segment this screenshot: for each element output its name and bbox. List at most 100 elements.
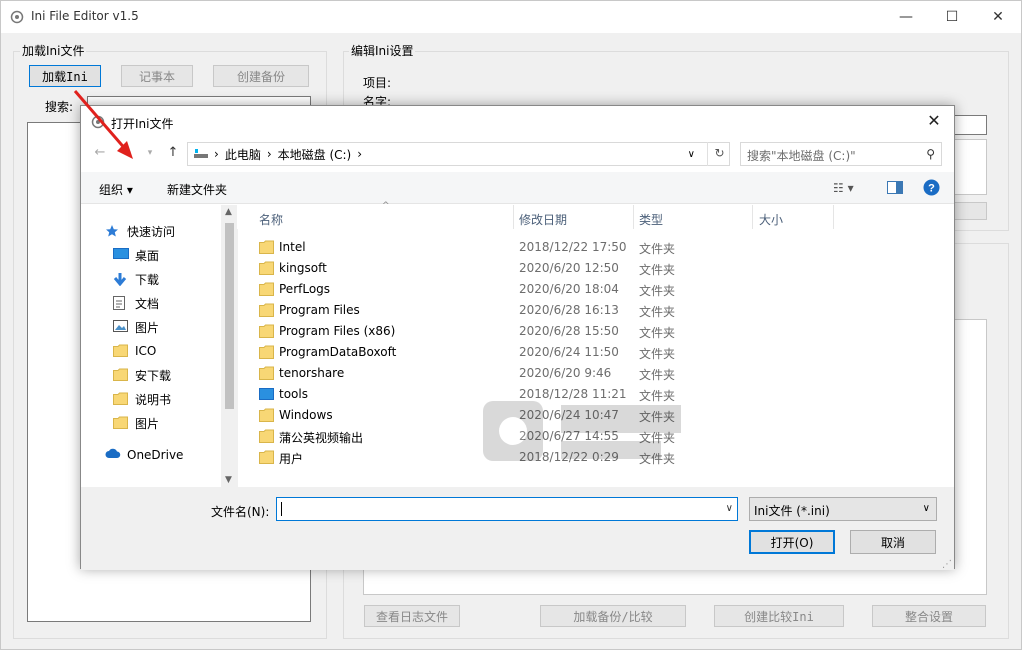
- breadcrumb-separator-icon: ›: [214, 147, 219, 161]
- nav-item-pictures[interactable]: 图片 📌: [113, 316, 237, 338]
- nav-item-quick-access[interactable]: 快速访问: [105, 220, 237, 242]
- column-divider[interactable]: [833, 205, 834, 229]
- nav-item-label: 快速访问: [127, 224, 176, 239]
- scroll-down-icon[interactable]: ▼: [225, 475, 232, 485]
- dialog-title-bar: 打开Ini文件 ✕: [81, 106, 954, 138]
- scroll-up-icon[interactable]: ▲: [225, 207, 232, 217]
- sort-indicator-icon: ^: [382, 201, 390, 211]
- gear-icon: [10, 10, 24, 24]
- nav-item-downloads[interactable]: 下载 📌: [113, 268, 237, 290]
- column-divider[interactable]: [513, 205, 514, 229]
- file-date: 2020/6/24 11:50: [519, 345, 619, 359]
- nav-item-documents[interactable]: 文档 📌: [113, 292, 237, 314]
- create-compare-ini-button[interactable]: 创建比较Ini: [714, 605, 844, 627]
- search-icon: ⚲: [926, 147, 935, 161]
- scrollbar-thumb[interactable]: [225, 223, 234, 409]
- nav-item-desktop[interactable]: 桌面 📌: [113, 244, 237, 266]
- column-type[interactable]: 类型: [639, 211, 663, 228]
- file-type: 文件夹: [639, 242, 676, 256]
- file-row[interactable]: Program Files (x86) 2020/6/28 15:50 文件夹: [237, 321, 953, 342]
- open-file-dialog: 打开Ini文件 ✕ ← → ▾ ↑ › 此电脑 › 本地磁盘 (C:) › ∨ …: [80, 105, 955, 570]
- nav-item-label: 桌面: [135, 248, 160, 263]
- refresh-icon[interactable]: ↻: [707, 142, 731, 166]
- preview-pane-icon[interactable]: [887, 181, 903, 197]
- view-options-icon[interactable]: ☷ ▾: [833, 181, 854, 195]
- nav-item-label: 下载: [135, 272, 160, 287]
- notepad-button[interactable]: 记事本: [121, 65, 193, 87]
- file-row[interactable]: Windows 2020/6/24 10:47 文件夹: [237, 405, 953, 426]
- chevron-down-icon[interactable]: ∨: [726, 503, 733, 514]
- cloud-icon: [105, 448, 121, 462]
- file-name: 蒲公英视频输出: [279, 431, 364, 445]
- file-type: 文件夹: [639, 347, 676, 361]
- breadcrumb-separator-icon: ›: [266, 147, 272, 161]
- file-row[interactable]: tools 2018/12/28 11:21 文件夹: [237, 384, 953, 405]
- picture-icon: [113, 320, 129, 334]
- address-bar[interactable]: › 此电脑 › 本地磁盘 (C:) › ∨: [187, 142, 730, 166]
- file-name: 用户: [279, 452, 304, 466]
- maximize-button[interactable]: ☐: [929, 1, 975, 33]
- resize-grip-icon[interactable]: ⋰: [942, 559, 952, 570]
- nav-item-onedrive[interactable]: OneDrive: [105, 444, 237, 466]
- merge-settings-button[interactable]: 整合设置: [872, 605, 986, 627]
- file-name: Program Files (x86): [279, 324, 396, 338]
- filename-input[interactable]: ∨: [276, 497, 738, 521]
- file-date: 2020/6/28 15:50: [519, 324, 619, 338]
- file-name: tools: [279, 387, 308, 401]
- create-backup-button[interactable]: 创建备份: [213, 65, 309, 87]
- breadcrumb-item[interactable]: 此电脑: [225, 146, 261, 163]
- file-row[interactable]: tenorshare 2020/6/20 9:46 文件夹: [237, 363, 953, 384]
- filename-label: 文件名(N):: [211, 505, 270, 519]
- up-arrow-icon[interactable]: ↑: [164, 144, 182, 162]
- column-size[interactable]: 大小: [759, 211, 783, 228]
- load-backup-compare-button[interactable]: 加载备份/比较: [540, 605, 686, 627]
- nav-item-ico[interactable]: ICO: [113, 340, 237, 362]
- column-divider[interactable]: [752, 205, 753, 229]
- help-icon[interactable]: ?: [923, 179, 940, 199]
- file-row[interactable]: 用户 2018/12/22 0:29 文件夹: [237, 447, 953, 468]
- column-name[interactable]: 名称: [259, 211, 283, 228]
- file-list-header: ^ 名称 修改日期 类型 大小: [237, 201, 953, 229]
- file-row[interactable]: ProgramDataBoxoft 2020/6/24 11:50 文件夹: [237, 342, 953, 363]
- file-date: 2020/6/27 14:55: [519, 429, 619, 443]
- forward-arrow-icon[interactable]: →: [117, 144, 135, 162]
- file-type: 文件夹: [639, 410, 676, 424]
- search-folder-input[interactable]: 搜索"本地磁盘 (C:)" ⚲: [740, 142, 942, 166]
- file-type-filter[interactable]: Ini文件 (*.ini) ∨: [749, 497, 937, 521]
- view-log-button[interactable]: 查看日志文件: [364, 605, 460, 627]
- back-arrow-icon[interactable]: ←: [91, 144, 109, 162]
- search-label: 搜索:: [45, 100, 74, 114]
- file-name: Intel: [279, 240, 306, 254]
- load-ini-button[interactable]: 加载Ini: [29, 65, 101, 87]
- organize-menu[interactable]: 组织 ▾: [99, 181, 133, 198]
- dialog-close-button[interactable]: ✕: [922, 111, 946, 130]
- minimize-button[interactable]: —: [883, 1, 929, 33]
- file-row[interactable]: kingsoft 2020/6/20 12:50 文件夹: [237, 258, 953, 279]
- download-icon: [113, 272, 129, 287]
- nav-item-pictures-folder[interactable]: 图片: [113, 412, 237, 434]
- nav-scrollbar[interactable]: ▲ ▼: [221, 205, 238, 487]
- new-folder-button[interactable]: 新建文件夹: [167, 181, 227, 198]
- folder-icon: [259, 450, 274, 464]
- address-dropdown-icon[interactable]: ∨: [688, 149, 695, 160]
- file-type: 文件夹: [639, 368, 676, 382]
- breadcrumb-item[interactable]: 本地磁盘 (C:): [278, 146, 352, 163]
- file-type: 文件夹: [639, 263, 676, 277]
- section-label: 项目:: [363, 76, 392, 90]
- svg-text:?: ?: [928, 183, 935, 195]
- file-row[interactable]: PerfLogs 2020/6/20 18:04 文件夹: [237, 279, 953, 300]
- open-button[interactable]: 打开(O): [749, 530, 835, 554]
- recent-dropdown-icon[interactable]: ▾: [141, 144, 159, 162]
- cancel-button[interactable]: 取消: [850, 530, 936, 554]
- file-row[interactable]: 蒲公英视频输出 2020/6/27 14:55 文件夹: [237, 426, 953, 447]
- file-row[interactable]: Intel 2018/12/22 17:50 文件夹: [237, 237, 953, 258]
- column-date[interactable]: 修改日期: [519, 211, 567, 228]
- app-window: Ini File Editor v1.5 — ☐ ✕ 加载Ini文件 加载Ini…: [0, 0, 1022, 650]
- tools-folder-icon: [259, 388, 274, 400]
- column-divider[interactable]: [633, 205, 634, 229]
- folder-icon: [259, 429, 274, 443]
- nav-item-manual[interactable]: 说明书: [113, 388, 237, 410]
- file-row[interactable]: Program Files 2020/6/28 16:13 文件夹: [237, 300, 953, 321]
- nav-item-anxiazai[interactable]: 安下载: [113, 364, 237, 386]
- close-button[interactable]: ✕: [975, 1, 1021, 33]
